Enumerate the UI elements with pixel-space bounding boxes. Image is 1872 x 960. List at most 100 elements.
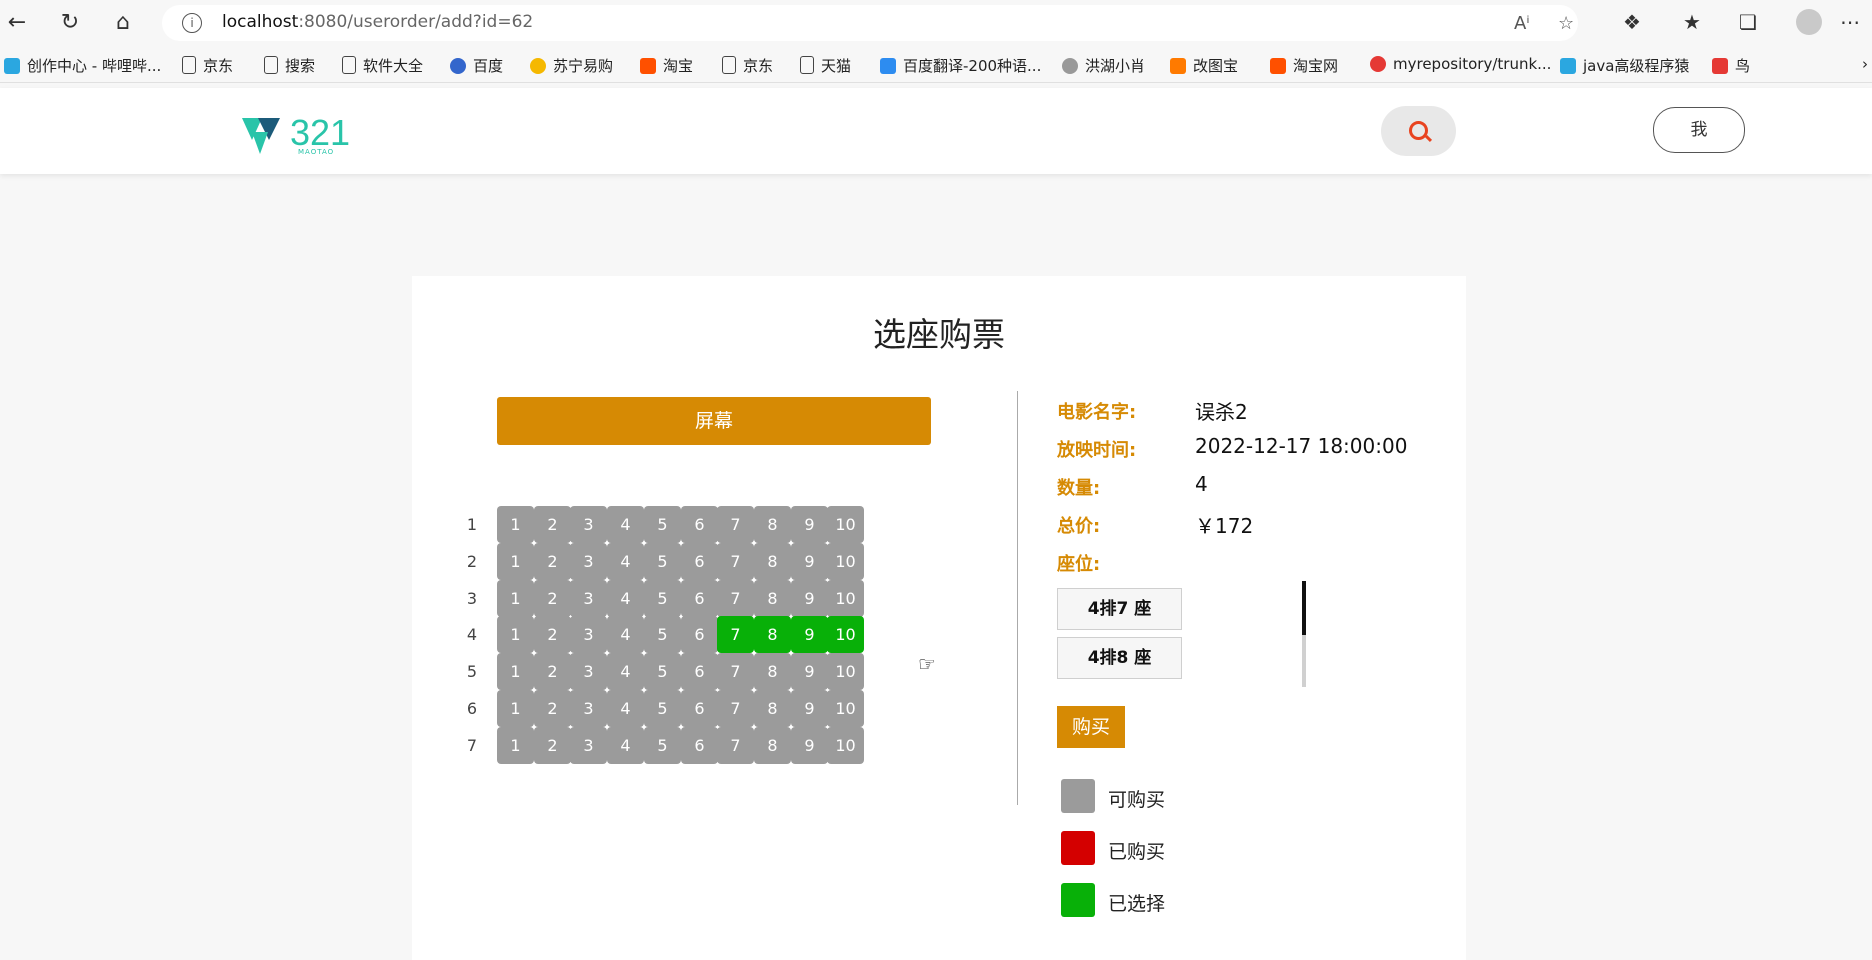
bookmark-item[interactable]: 天猫 — [800, 55, 851, 76]
seat-button[interactable]: 3 — [570, 543, 607, 580]
seat-button[interactable]: 6 — [681, 616, 718, 653]
bookmark-item[interactable]: 淘宝 — [640, 55, 693, 76]
add-favorite-icon[interactable]: ☆ — [1558, 13, 1574, 34]
seat-button[interactable]: 7 — [717, 616, 754, 653]
bookmark-item[interactable]: 百度 — [450, 55, 503, 76]
bookmark-item[interactable]: 京东 — [182, 55, 233, 76]
seat-button[interactable]: 6 — [681, 506, 718, 543]
site-info-icon[interactable]: i — [182, 13, 202, 33]
seat-button[interactable]: 9 — [791, 543, 828, 580]
seat-button[interactable]: 7 — [717, 580, 754, 617]
seat-button[interactable]: 8 — [754, 506, 791, 543]
seat-button[interactable]: 10 — [827, 580, 864, 617]
seat-button[interactable]: 1 — [497, 653, 534, 690]
buy-button[interactable]: 购买 — [1057, 706, 1125, 748]
bookmark-item[interactable]: java高级程序猿 — [1560, 55, 1689, 76]
seat-button[interactable]: 10 — [827, 616, 864, 653]
seat-button[interactable]: 1 — [497, 580, 534, 617]
seat-button[interactable]: 1 — [497, 727, 534, 764]
bookmark-item[interactable]: 苏宁易购 — [530, 55, 613, 76]
extensions-icon[interactable]: ❖ — [1623, 10, 1641, 34]
seat-button[interactable]: 9 — [791, 506, 828, 543]
seat-button[interactable]: 2 — [534, 616, 571, 653]
seat-button[interactable]: 7 — [717, 506, 754, 543]
seat-button[interactable]: 1 — [497, 543, 534, 580]
seat-button[interactable]: 3 — [570, 580, 607, 617]
seat-button[interactable]: 10 — [827, 727, 864, 764]
seat-button[interactable]: 3 — [570, 727, 607, 764]
seat-button[interactable]: 5 — [644, 690, 681, 727]
seat-button[interactable]: 9 — [791, 580, 828, 617]
seat-button[interactable]: 10 — [827, 690, 864, 727]
favorites-icon[interactable]: ★ — [1683, 10, 1701, 34]
seat-button[interactable]: 8 — [754, 543, 791, 580]
address-bar[interactable]: i localhost:8080/userorder/add?id=62 Aⁱ … — [162, 5, 1578, 41]
seat-button[interactable]: 5 — [644, 653, 681, 690]
seat-button[interactable]: 6 — [681, 580, 718, 617]
seat-button[interactable]: 5 — [644, 506, 681, 543]
seat-button[interactable]: 2 — [534, 506, 571, 543]
bookmark-item[interactable]: 京东 — [722, 55, 773, 76]
bookmark-item[interactable]: 改图宝 — [1170, 55, 1238, 76]
seat-button[interactable]: 5 — [644, 727, 681, 764]
seat-button[interactable]: 4 — [607, 690, 644, 727]
seat-button[interactable]: 2 — [534, 580, 571, 617]
bookmark-item[interactable]: 软件大全 — [342, 55, 423, 76]
seat-button[interactable]: 10 — [827, 506, 864, 543]
seat-button[interactable]: 3 — [570, 690, 607, 727]
seat-button[interactable]: 6 — [681, 690, 718, 727]
seat-button[interactable]: 9 — [791, 616, 828, 653]
seat-button[interactable]: 1 — [497, 690, 534, 727]
seat-button[interactable]: 6 — [681, 543, 718, 580]
read-aloud-icon[interactable]: Aⁱ — [1514, 13, 1530, 34]
seat-button[interactable]: 8 — [754, 690, 791, 727]
seat-button[interactable]: 3 — [570, 653, 607, 690]
seat-button[interactable]: 4 — [607, 580, 644, 617]
seat-button[interactable]: 4 — [607, 543, 644, 580]
seat-button[interactable]: 10 — [827, 543, 864, 580]
seat-button[interactable]: 7 — [717, 543, 754, 580]
reload-icon[interactable]: ↻ — [55, 8, 85, 38]
seat-button[interactable]: 7 — [717, 727, 754, 764]
back-icon[interactable]: ← — [2, 8, 32, 38]
seat-button[interactable]: 5 — [644, 616, 681, 653]
seat-button[interactable]: 3 — [570, 506, 607, 543]
seat-button[interactable]: 2 — [534, 727, 571, 764]
seat-button[interactable]: 9 — [791, 727, 828, 764]
seat-button[interactable]: 2 — [534, 543, 571, 580]
more-icon[interactable]: ⋯ — [1840, 10, 1860, 34]
seat-button[interactable]: 8 — [754, 727, 791, 764]
collections-icon[interactable]: ❏ — [1739, 10, 1757, 34]
url-text[interactable]: localhost:8080/userorder/add?id=62 — [222, 12, 533, 32]
seat-button[interactable]: 2 — [534, 653, 571, 690]
seat-button[interactable]: 8 — [754, 616, 791, 653]
bookmark-item[interactable]: 淘宝网 — [1270, 55, 1338, 76]
seat-button[interactable]: 10 — [827, 653, 864, 690]
seat-button[interactable]: 8 — [754, 653, 791, 690]
seat-button[interactable]: 8 — [754, 580, 791, 617]
bookmark-item[interactable]: 搜索 — [264, 55, 315, 76]
profile-avatar[interactable] — [1796, 9, 1822, 35]
seat-button[interactable]: 3 — [570, 616, 607, 653]
seat-button[interactable]: 4 — [607, 653, 644, 690]
seat-button[interactable]: 4 — [607, 506, 644, 543]
seat-button[interactable]: 4 — [607, 727, 644, 764]
home-icon[interactable]: ⌂ — [108, 8, 138, 38]
seat-button[interactable]: 5 — [644, 580, 681, 617]
seat-button[interactable]: 9 — [791, 653, 828, 690]
seat-button[interactable]: 7 — [717, 690, 754, 727]
seat-list-scroll-thumb[interactable] — [1302, 581, 1306, 635]
bookmark-item[interactable]: 洪湖小肖 — [1062, 55, 1145, 76]
bookmark-item[interactable]: 鸟 — [1712, 55, 1750, 76]
seat-button[interactable]: 6 — [681, 727, 718, 764]
seat-button[interactable]: 6 — [681, 653, 718, 690]
seat-button[interactable]: 1 — [497, 616, 534, 653]
seat-button[interactable]: 2 — [534, 690, 571, 727]
seat-button[interactable]: 4 — [607, 616, 644, 653]
seat-button[interactable]: 7 — [717, 653, 754, 690]
site-logo[interactable]: 321 MAOTAO — [240, 110, 360, 160]
profile-button[interactable]: 我 — [1653, 107, 1745, 153]
bookmark-item[interactable]: 百度翻译-200种语... — [880, 55, 1041, 76]
bookmark-item[interactable]: myrepository/trunk... — [1370, 55, 1551, 73]
seat-button[interactable]: 5 — [644, 543, 681, 580]
